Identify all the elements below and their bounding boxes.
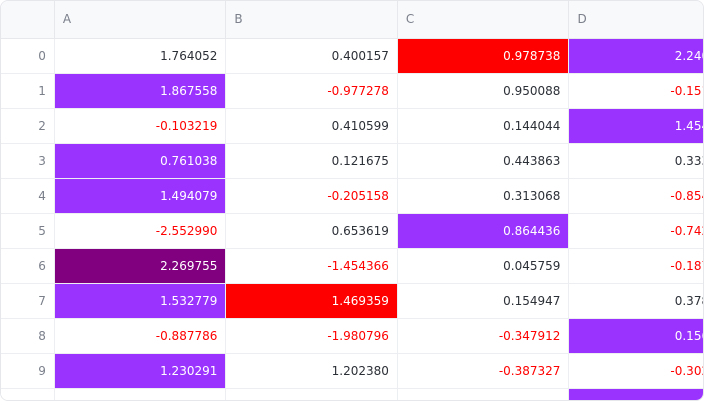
cell-col-a[interactable]: -0.103219 <box>54 108 227 144</box>
header-row: A B C D <box>1 1 703 39</box>
column-header-a[interactable]: A <box>54 1 227 39</box>
cell-col-b[interactable]: 0.653619 <box>225 213 398 249</box>
table-row: 41.494079-0.2051580.313068-0.854096 <box>1 178 703 214</box>
cell-col-d[interactable]: -0.854096 <box>568 178 703 214</box>
cell-col-b[interactable]: 0.410599 <box>225 108 398 144</box>
cell-col-c[interactable]: -0.387327 <box>397 353 570 389</box>
cell-col-c[interactable]: 0.313068 <box>397 178 570 214</box>
data-grid: A B C D 01.7640520.4001570.9787382.24089… <box>1 1 703 400</box>
row-index <box>1 388 55 400</box>
cell-col-b[interactable]: 0.400157 <box>225 38 398 74</box>
column-header-c[interactable]: C <box>397 1 570 39</box>
cell-col-c[interactable]: 0.950088 <box>397 73 570 109</box>
cell-col-c[interactable]: 0.154947 <box>397 283 570 319</box>
cell-col-b[interactable]: 1.469359 <box>225 283 398 319</box>
cell-col-a[interactable]: 1.532779 <box>54 283 227 319</box>
cell-col-a[interactable]: -0.887786 <box>54 318 227 354</box>
cell-col-d[interactable]: -0.151357 <box>568 73 703 109</box>
row-index: 1 <box>1 73 55 109</box>
cell-col-d[interactable]: 1.454274 <box>568 108 703 144</box>
row-index: 0 <box>1 38 55 74</box>
cell-col-d[interactable]: -0.742165 <box>568 213 703 249</box>
cell-col-c[interactable]: 0.864436 <box>397 213 570 249</box>
cell-col-d[interactable]: 0.333674 <box>568 143 703 179</box>
cell-col-b[interactable] <box>225 388 398 400</box>
table-row: 62.269755-1.4543660.045759-0.187184 <box>1 248 703 284</box>
row-index: 7 <box>1 283 55 319</box>
column-header-b[interactable]: B <box>225 1 398 39</box>
cell-col-a[interactable]: 0.761038 <box>54 143 227 179</box>
column-header-d[interactable]: D <box>568 1 703 39</box>
table-row: 01.7640520.4001570.9787382.240893 <box>1 38 703 74</box>
table-row: 8-0.887786-1.980796-0.3479120.156349 <box>1 318 703 354</box>
row-index: 9 <box>1 353 55 389</box>
cell-col-b[interactable]: 0.121675 <box>225 143 398 179</box>
cell-col-a[interactable]: 1.764052 <box>54 38 227 74</box>
index-header <box>1 1 55 39</box>
cell-col-d[interactable]: 2.240893 <box>568 38 703 74</box>
row-index: 2 <box>1 108 55 144</box>
grid-body: 01.7640520.4001570.9787382.24089311.8675… <box>1 38 703 400</box>
cell-col-b[interactable]: -1.980796 <box>225 318 398 354</box>
cell-col-a[interactable]: 1.494079 <box>54 178 227 214</box>
cell-col-a[interactable]: 2.269755 <box>54 248 227 284</box>
cell-col-a[interactable] <box>54 388 227 400</box>
cell-col-c[interactable]: 0.144044 <box>397 108 570 144</box>
cell-col-d[interactable]: -0.302303 <box>568 353 703 389</box>
cell-col-d[interactable]: -0.187184 <box>568 248 703 284</box>
cell-col-a[interactable]: 1.867558 <box>54 73 227 109</box>
row-index: 3 <box>1 143 55 179</box>
table-row-partial <box>1 388 703 400</box>
cell-col-b[interactable]: -0.205158 <box>225 178 398 214</box>
table-row: 91.2302911.202380-0.387327-0.302303 <box>1 353 703 389</box>
cell-col-c[interactable]: 0.443863 <box>397 143 570 179</box>
cell-col-b[interactable]: -1.454366 <box>225 248 398 284</box>
row-index: 4 <box>1 178 55 214</box>
dataframe-viewer: A B C D 01.7640520.4001570.9787382.24089… <box>0 0 704 401</box>
cell-col-c[interactable]: 0.978738 <box>397 38 570 74</box>
table-row: 11.867558-0.9772780.950088-0.151357 <box>1 73 703 109</box>
row-index: 8 <box>1 318 55 354</box>
row-index: 5 <box>1 213 55 249</box>
cell-col-d[interactable] <box>568 388 703 400</box>
cell-col-d[interactable]: 0.378163 <box>568 283 703 319</box>
cell-col-c[interactable]: 0.045759 <box>397 248 570 284</box>
cell-col-c[interactable] <box>397 388 570 400</box>
table-row: 2-0.1032190.4105990.1440441.454274 <box>1 108 703 144</box>
cell-col-a[interactable]: 1.230291 <box>54 353 227 389</box>
cell-col-c[interactable]: -0.347912 <box>397 318 570 354</box>
cell-col-b[interactable]: -0.977278 <box>225 73 398 109</box>
table-row: 30.7610380.1216750.4438630.333674 <box>1 143 703 179</box>
cell-col-a[interactable]: -2.552990 <box>54 213 227 249</box>
table-row: 71.5327791.4693590.1549470.378163 <box>1 283 703 319</box>
row-index: 6 <box>1 248 55 284</box>
cell-col-d[interactable]: 0.156349 <box>568 318 703 354</box>
cell-col-b[interactable]: 1.202380 <box>225 353 398 389</box>
table-row: 5-2.5529900.6536190.864436-0.742165 <box>1 213 703 249</box>
